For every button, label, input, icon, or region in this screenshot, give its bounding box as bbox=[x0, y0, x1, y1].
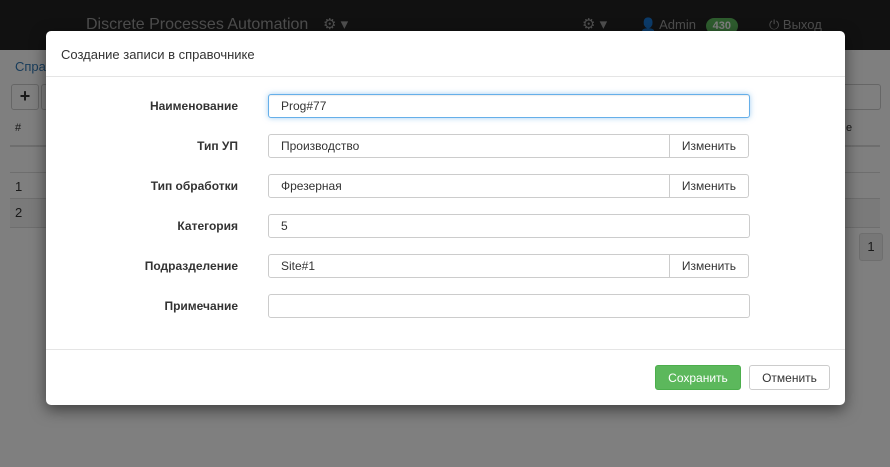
modal-header: Создание записи в справочнике bbox=[46, 31, 845, 77]
division-input[interactable] bbox=[268, 254, 670, 278]
form-row-name: Наименование bbox=[46, 94, 845, 120]
division-label: Подразделение bbox=[144, 259, 238, 273]
modal-footer-divider bbox=[46, 349, 845, 350]
category-label: Категория bbox=[177, 219, 238, 233]
save-button[interactable]: Сохранить bbox=[655, 365, 741, 390]
change-processing-type-button[interactable]: Изменить bbox=[669, 174, 749, 198]
up-type-label: Тип УП bbox=[197, 139, 238, 153]
processing-type-input[interactable] bbox=[268, 174, 670, 198]
change-up-type-button[interactable]: Изменить bbox=[669, 134, 749, 158]
note-input[interactable] bbox=[268, 294, 750, 318]
modal-title: Создание записи в справочнике bbox=[61, 47, 255, 62]
form-row-division: Подразделение Изменить bbox=[46, 254, 845, 280]
processing-type-label: Тип обработки bbox=[150, 179, 238, 193]
name-label: Наименование bbox=[149, 99, 238, 113]
create-record-dialog: Создание записи в справочнике Наименован… bbox=[46, 31, 845, 405]
form-row-category: Категория bbox=[46, 214, 845, 240]
category-input[interactable] bbox=[268, 214, 750, 238]
cancel-button[interactable]: Отменить bbox=[749, 365, 830, 390]
form-row-note: Примечание bbox=[46, 294, 845, 320]
up-type-input[interactable] bbox=[268, 134, 670, 158]
form-row-processing-type: Тип обработки Изменить bbox=[46, 174, 845, 200]
form-row-up-type: Тип УП Изменить bbox=[46, 134, 845, 160]
change-division-button[interactable]: Изменить bbox=[669, 254, 749, 278]
name-input[interactable] bbox=[268, 94, 750, 118]
note-label: Примечание bbox=[164, 299, 238, 313]
